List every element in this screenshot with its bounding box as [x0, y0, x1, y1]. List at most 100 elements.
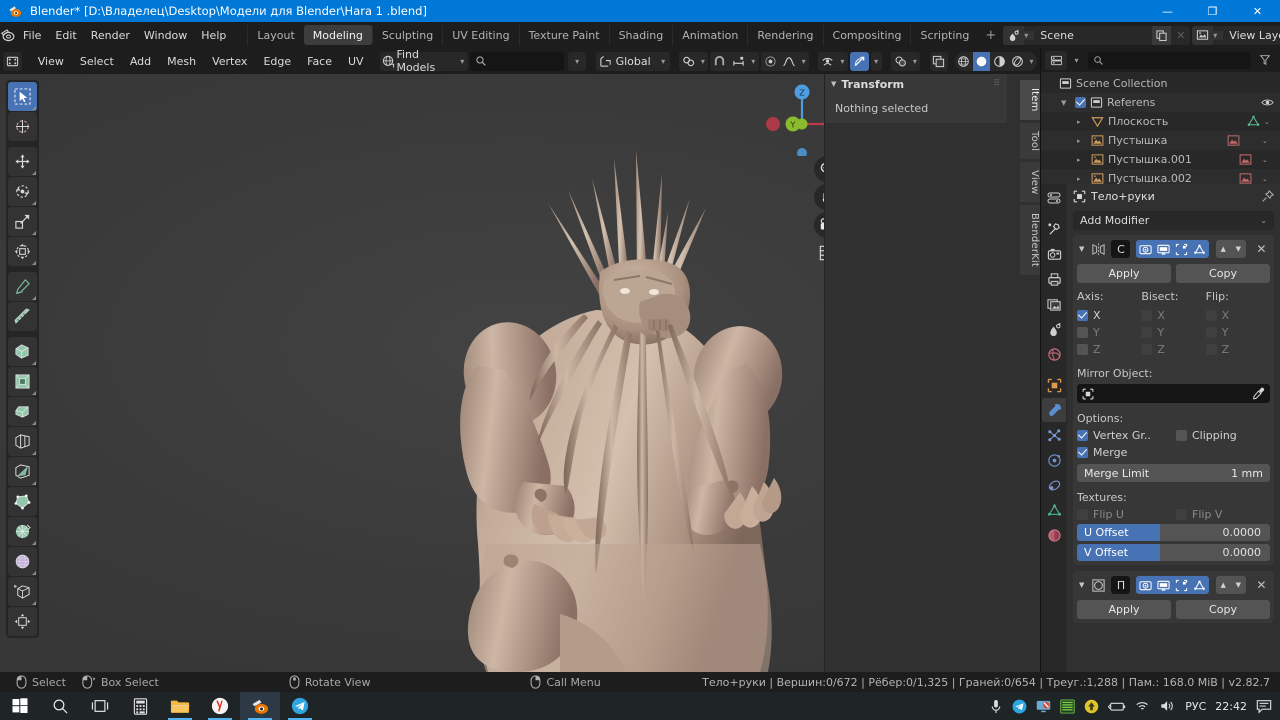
scene-icon[interactable] — [1003, 25, 1025, 45]
search-dropdown-chevron[interactable]: ▾ — [567, 51, 587, 71]
expand-arrow-icon[interactable]: ▸ — [1077, 175, 1087, 183]
merge-checkbox[interactable] — [1077, 447, 1088, 458]
calculator-icon[interactable] — [120, 692, 160, 720]
merge-option[interactable]: Merge — [1077, 446, 1171, 459]
workspace-tab-animation[interactable]: Animation — [672, 25, 747, 45]
tool-scale[interactable] — [8, 207, 37, 236]
flip-x-row[interactable]: X — [1205, 307, 1270, 324]
file-explorer-icon[interactable] — [160, 692, 200, 720]
new-scene-button[interactable] — [1152, 25, 1172, 45]
tool-annotate[interactable] — [8, 272, 37, 301]
properties-tab-output[interactable] — [1042, 267, 1066, 291]
clock[interactable]: 22:42 — [1215, 700, 1247, 713]
outliner-row-object[interactable]: ▸ Плоскость ⌄ — [1041, 112, 1280, 131]
outliner-row-object[interactable]: ▸ Пустышка.001 ⌄ — [1041, 150, 1280, 169]
clipping-checkbox[interactable] — [1176, 430, 1187, 441]
chevron-down-icon[interactable]: ▾ — [657, 57, 670, 66]
flip-v-option[interactable]: Flip V — [1176, 508, 1270, 521]
properties-tab-material[interactable] — [1042, 523, 1066, 547]
collection-checkbox[interactable] — [1075, 97, 1086, 108]
menu-help[interactable]: Help — [194, 26, 233, 44]
properties-tab-physics[interactable] — [1042, 448, 1066, 472]
xray-chevron-icon[interactable]: ▾ — [870, 51, 882, 71]
toggle-on-cage-icon[interactable] — [1136, 576, 1155, 594]
workspace-tab-rendering[interactable]: Rendering — [747, 25, 822, 45]
blender-icon[interactable] — [240, 692, 280, 720]
viewport-menu-vertex[interactable]: Vertex — [205, 52, 254, 71]
axis-y-checkbox[interactable] — [1077, 327, 1088, 338]
flip-u-option[interactable]: Flip U — [1077, 508, 1171, 521]
shading-material-preview-icon[interactable] — [990, 52, 1008, 71]
xray-visibility-icon[interactable] — [818, 51, 837, 71]
battery-icon[interactable] — [1108, 700, 1126, 713]
add-modifier-button[interactable]: Add Modifier ⌄ — [1073, 211, 1274, 230]
sidebar-tab-item[interactable]: Item — [1020, 80, 1040, 120]
task-view-icon[interactable] — [80, 692, 120, 720]
transform-orientation-dropdown[interactable]: Global ▾ — [595, 51, 670, 71]
pin-icon[interactable] — [1261, 189, 1274, 203]
flip-y-checkbox[interactable] — [1205, 327, 1217, 338]
menu-render[interactable]: Render — [84, 26, 137, 44]
scene-dropdown-chevron[interactable]: ▾ — [1024, 30, 1035, 40]
workspace-tab-layout[interactable]: Layout — [247, 25, 303, 45]
properties-tab-scene[interactable] — [1042, 317, 1066, 341]
apply-button[interactable]: Apply — [1077, 264, 1171, 283]
properties-tab-view-layer[interactable] — [1042, 292, 1066, 316]
show-gizmo-icon[interactable] — [890, 51, 910, 71]
tool-loop-cut[interactable] — [8, 427, 37, 456]
delete-modifier-button[interactable]: ✕ — [1253, 240, 1270, 258]
view-layer-name[interactable]: View Layer — [1223, 26, 1280, 45]
flip-z-row[interactable]: Z — [1205, 341, 1270, 358]
outliner-row-scene-collection[interactable]: Scene Collection — [1041, 74, 1280, 93]
flip-x-checkbox[interactable] — [1205, 310, 1217, 321]
move-modifier-up-button[interactable]: ▲ — [1215, 576, 1231, 594]
eye-icon[interactable] — [1261, 96, 1274, 109]
expand-arrow-icon[interactable]: ▸ — [1077, 156, 1087, 164]
move-modifier-down-button[interactable]: ▼ — [1230, 240, 1246, 258]
outliner-row-collection-referens[interactable]: ▼ Referens — [1041, 93, 1280, 112]
search-icon[interactable] — [40, 692, 80, 720]
row-chevron-icon[interactable]: ⌄ — [1264, 118, 1274, 126]
minimize-button[interactable]: — — [1145, 0, 1190, 22]
axis-x-row[interactable]: X — [1077, 307, 1141, 324]
viewport-menu-edge[interactable]: Edge — [256, 52, 298, 71]
falloff-curve-icon[interactable] — [779, 51, 799, 71]
workspace-tab-texture-paint[interactable]: Texture Paint — [518, 25, 609, 45]
find-models-dropdown[interactable]: Find Models ▾ — [379, 48, 468, 74]
outliner-display-mode-chevron[interactable]: ▾ — [1070, 56, 1083, 65]
visibility-chevron-icon[interactable]: ▾ — [837, 57, 848, 66]
eyedropper-icon[interactable] — [1252, 387, 1265, 400]
mirror-object-field[interactable] — [1077, 384, 1270, 403]
triangle-down-icon[interactable]: ▼ — [1077, 245, 1086, 253]
axis-y-row[interactable]: Y — [1077, 324, 1141, 341]
toggle-realtime-icon[interactable] — [1154, 240, 1173, 258]
microphone-icon[interactable] — [989, 699, 1003, 714]
copy-button[interactable]: Copy — [1176, 600, 1270, 619]
close-button[interactable]: ✕ — [1235, 0, 1280, 22]
viewport-menu-mesh[interactable]: Mesh — [160, 52, 203, 71]
bisect-z-checkbox[interactable] — [1141, 344, 1153, 355]
workspace-tab-sculpting[interactable]: Sculpting — [371, 25, 442, 45]
bisect-z-row[interactable]: Z — [1141, 341, 1205, 358]
volume-icon[interactable] — [1160, 699, 1176, 713]
properties-tab-tool[interactable] — [1042, 217, 1066, 241]
view-layer-icon[interactable] — [1192, 25, 1214, 45]
flip-y-row[interactable]: Y — [1205, 324, 1270, 341]
falloff-chevron-icon[interactable]: ▾ — [798, 57, 809, 66]
tool-cursor[interactable] — [8, 112, 37, 141]
clipping-option[interactable]: Clipping — [1176, 429, 1270, 442]
shading-chevron-icon[interactable]: ▾ — [1026, 57, 1037, 66]
toggle-edit-mode-icon[interactable] — [1172, 240, 1191, 258]
scene-name[interactable]: Scene — [1034, 26, 1152, 45]
vertex-group-checkbox[interactable] — [1077, 430, 1088, 441]
workspace-tab-compositing[interactable]: Compositing — [822, 25, 911, 45]
yandex-browser-icon[interactable] — [200, 692, 240, 720]
modifier-name-field[interactable]: П — [1111, 576, 1131, 594]
model-search-input[interactable] — [469, 51, 564, 71]
mesh-data-icon[interactable] — [1247, 115, 1260, 128]
tool-bevel[interactable] — [8, 397, 37, 426]
snap-chevron-icon[interactable]: ▾ — [748, 57, 759, 66]
display-block-icon[interactable] — [1036, 699, 1051, 714]
properties-tab-object-data[interactable] — [1042, 498, 1066, 522]
pivot-chevron-icon[interactable]: ▾ — [697, 57, 708, 66]
